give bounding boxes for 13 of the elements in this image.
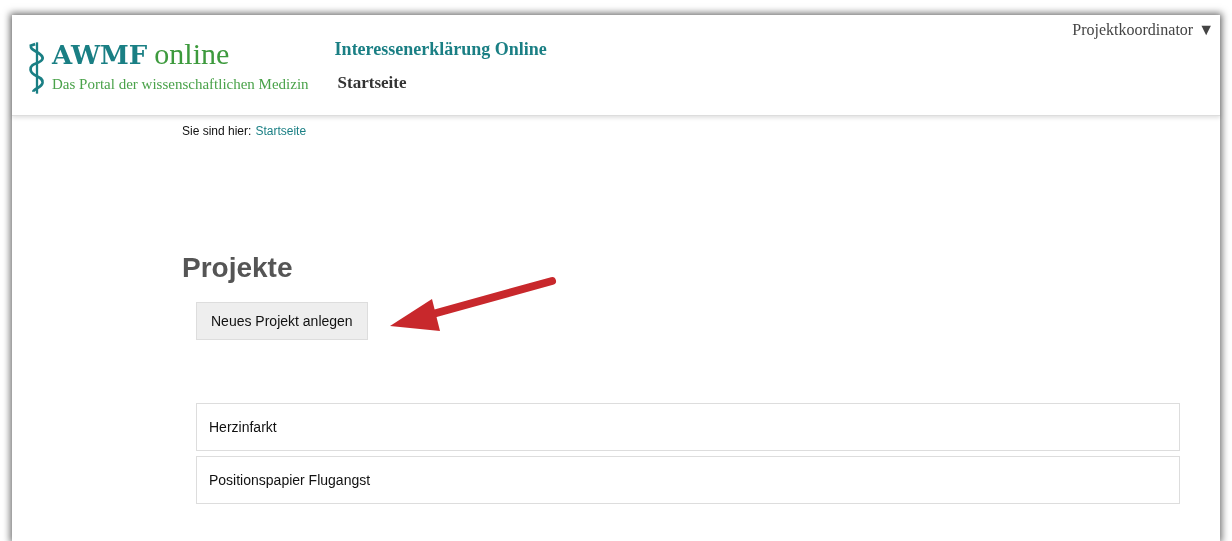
nav-link[interactable]: Startseite bbox=[337, 73, 547, 93]
project-item[interactable]: Positionspapier Flugangst bbox=[196, 456, 1180, 504]
brand-tagline: Das Portal der wissenschaftlichen Medizin bbox=[52, 76, 309, 93]
project-item[interactable]: Herzinfarkt bbox=[196, 403, 1180, 451]
brand-name: AWMF bbox=[52, 40, 148, 70]
caret-icon[interactable]: ▼ bbox=[1198, 21, 1214, 39]
app-title-link[interactable]: Interessenerklärung Online bbox=[334, 39, 547, 60]
breadcrumb-link[interactable]: Startseite bbox=[255, 124, 307, 138]
page-heading: Projekte bbox=[182, 252, 294, 284]
user-menu-link[interactable]: Projektkoordinator bbox=[1072, 21, 1194, 39]
new-project-button[interactable]: Neues Projekt anlegen bbox=[196, 302, 368, 340]
brand-suffix: online bbox=[154, 37, 230, 70]
breadcrumb-label: Sie sind hier: bbox=[182, 124, 252, 138]
